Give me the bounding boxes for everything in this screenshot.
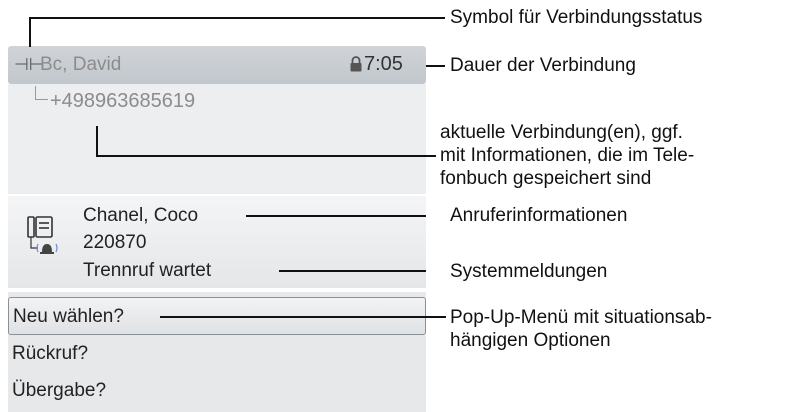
annotation-connection-line3: fonbuch gespeichert sind [440, 168, 652, 189]
annotation-status-symbol: Symbol für Verbindungsstatus [450, 7, 703, 28]
leader-line-connection [96, 155, 436, 157]
annotation-popup-line1: Pop-Up-Menü mit situationsab- [450, 307, 712, 328]
connection-number: +498963685619 [50, 90, 196, 112]
leader-line-duration [426, 65, 445, 67]
menu-item-label: Neu wählen? [13, 306, 124, 327]
annotation-connection-line1: aktuelle Verbindung(en), ggf. [440, 122, 683, 143]
phone-ringing-icon [24, 214, 60, 266]
annotation-popup-line2: hängigen Optionen [450, 330, 611, 351]
leader-line-status [29, 17, 445, 19]
menu-item-label: Rückruf? [12, 343, 89, 364]
call-duration: 7:05 [364, 53, 403, 75]
leader-line-popup [160, 316, 446, 318]
annotation-caller-info: Anruferinformationen [450, 205, 628, 226]
system-message: Trennruf wartet [83, 260, 212, 281]
leader-line-connection-vertical [96, 126, 98, 156]
menu-item-rueckruf[interactable]: Rückruf? [8, 335, 426, 373]
menu-item-label: Übergabe? [12, 380, 107, 401]
connection-name: Bc, David [40, 54, 122, 75]
caller-info-panel [8, 196, 426, 288]
annotation-duration: Dauer der Verbindung [450, 55, 636, 76]
annotation-system-messages: Systemmeldungen [450, 261, 608, 282]
lock-icon [349, 56, 363, 72]
menu-item-uebergabe[interactable]: Übergabe? [8, 372, 426, 410]
tree-connector [35, 86, 48, 100]
leader-line-status-vertical [29, 17, 31, 47]
annotation-connection-line2: mit Informationen, die im Tele- [440, 145, 695, 166]
caller-name: Chanel, Coco [83, 205, 199, 226]
caller-number: 220870 [83, 232, 147, 253]
leader-line-caller [246, 215, 426, 217]
leader-line-system [279, 270, 426, 272]
